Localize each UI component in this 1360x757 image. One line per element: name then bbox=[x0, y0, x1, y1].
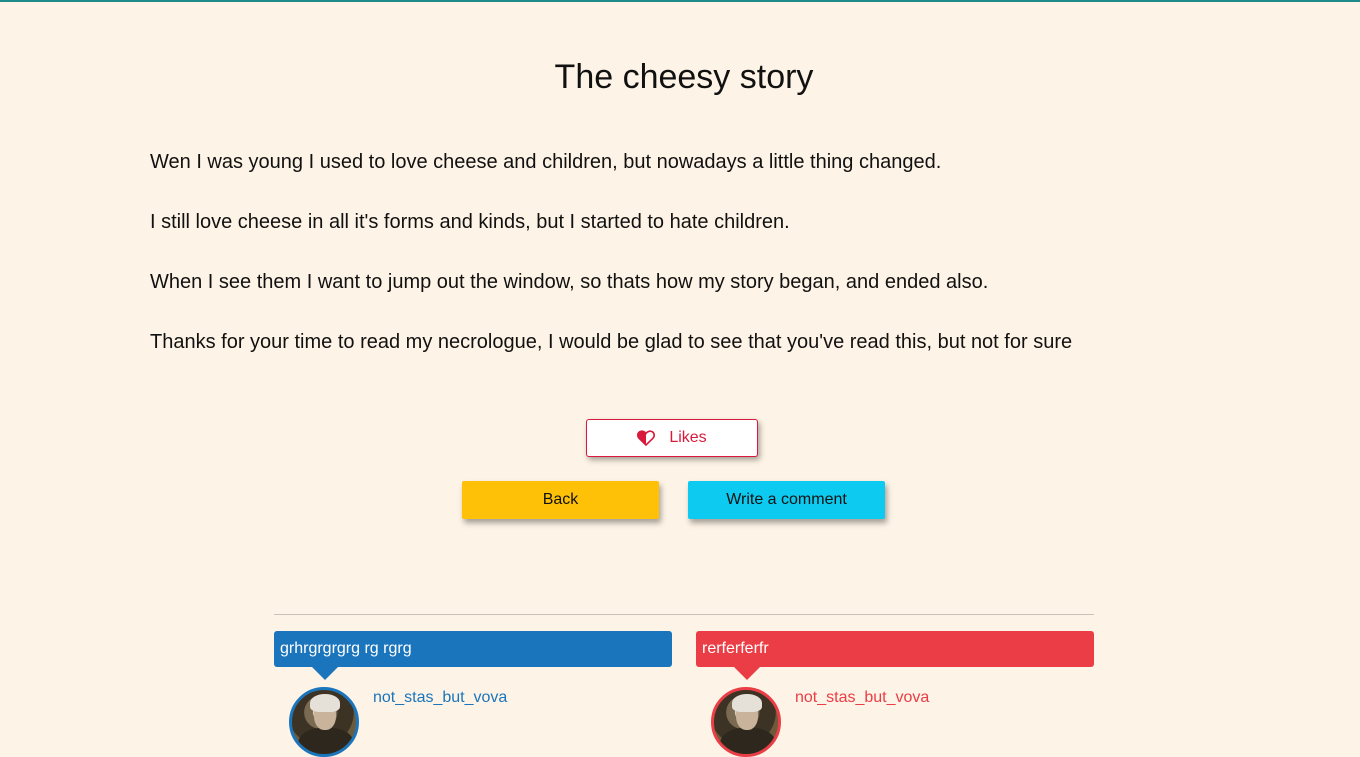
write-comment-button[interactable]: Write a comment bbox=[688, 481, 885, 519]
comment-bubble: grhrgrgrgrg rg rgrg bbox=[274, 631, 672, 680]
story-paragraph: Wen I was young I used to love cheese an… bbox=[150, 151, 942, 173]
comment-author-link[interactable]: not_stas_but_vova bbox=[373, 689, 507, 707]
comment-item: grhrgrgrgrg rg rgrg not_stas_but_vova bbox=[274, 631, 672, 757]
comment-author-link[interactable]: not_stas_but_vova bbox=[795, 689, 929, 707]
story-page: The cheesy story Wen I was young I used … bbox=[0, 0, 1360, 757]
likes-label: Likes bbox=[669, 429, 707, 446]
avatar[interactable] bbox=[289, 687, 359, 757]
story-paragraph: Thanks for your time to read my necrolog… bbox=[150, 331, 1073, 353]
top-accent-line bbox=[0, 0, 1360, 2]
back-button[interactable]: Back bbox=[462, 481, 659, 519]
comment-bubble: rerferferfr bbox=[696, 631, 1094, 680]
likes-button[interactable]: Likes bbox=[586, 419, 758, 457]
comments-divider bbox=[274, 614, 1094, 615]
comment-item: rerferferfr not_stas_but_vova bbox=[696, 631, 1094, 757]
story-body: Wen I was young I used to love cheese an… bbox=[150, 150, 1210, 390]
story-paragraph: I still love cheese in all it's forms an… bbox=[150, 211, 790, 233]
story-paragraph: When I see them I want to jump out the w… bbox=[150, 271, 989, 293]
avatar[interactable] bbox=[711, 687, 781, 757]
page-title: The cheesy story bbox=[554, 58, 814, 96]
half-heart-icon bbox=[637, 430, 656, 447]
